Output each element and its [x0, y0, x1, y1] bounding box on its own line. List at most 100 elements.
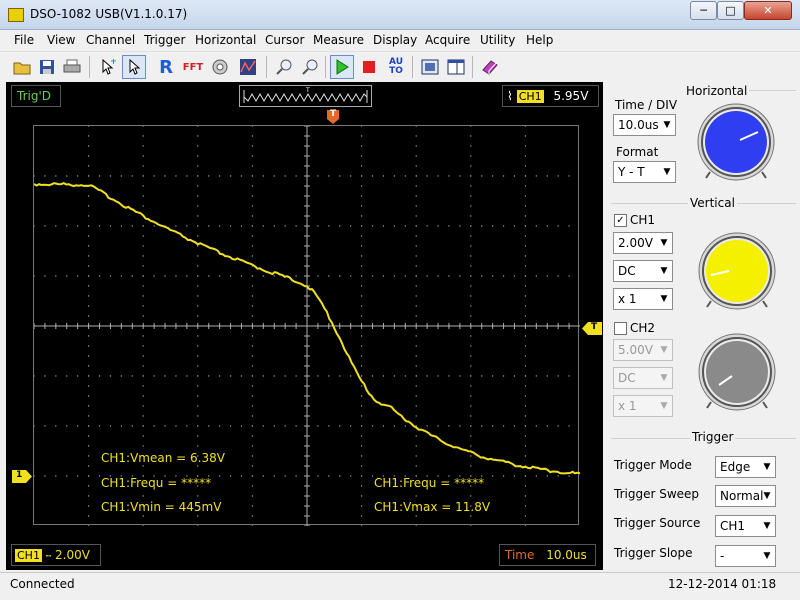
- trigger-position-marker[interactable]: T: [327, 109, 339, 124]
- math-icon[interactable]: [208, 55, 232, 79]
- ch2-probe-select[interactable]: x 1 ▼: [613, 395, 673, 417]
- ch1-probe-select[interactable]: x 1 ▼: [613, 288, 673, 310]
- print-icon[interactable]: [60, 55, 84, 79]
- ch1-scale-value: 2.00V: [55, 548, 90, 562]
- save-icon[interactable]: [35, 55, 59, 79]
- ch1-label: CH1: [630, 213, 656, 227]
- trigger-mode-select[interactable]: Edge ▼: [715, 456, 776, 478]
- menu-measure[interactable]: Measure: [313, 33, 364, 47]
- chevron-down-icon: ▼: [660, 373, 668, 383]
- ch2-checkbox[interactable]: [614, 322, 627, 335]
- ref-icon[interactable]: R: [154, 55, 178, 79]
- vertical-group-title: Vertical: [688, 196, 737, 210]
- fit-icon[interactable]: [418, 55, 442, 79]
- close-button[interactable]: ✕: [744, 1, 792, 20]
- trigger-mode-label: Trigger Mode: [614, 458, 692, 472]
- horizontal-knob[interactable]: [696, 102, 776, 182]
- auto-icon[interactable]: AU TO: [384, 55, 408, 79]
- chevron-down-icon: ▼: [660, 345, 668, 355]
- trigger-slope-select[interactable]: - ▼: [715, 545, 776, 567]
- maximize-button[interactable]: □: [717, 1, 744, 20]
- trigger-source-label: Trigger Source: [614, 516, 701, 530]
- chevron-down-icon: ▼: [763, 551, 771, 561]
- menu-display[interactable]: Display: [373, 33, 417, 47]
- trigger-level: 5.95V: [553, 89, 589, 103]
- chevron-down-icon: ▼: [663, 167, 671, 177]
- trigger-level-marker[interactable]: T: [582, 322, 602, 335]
- waveform-overview: T: [239, 85, 372, 107]
- menu-horizontal[interactable]: Horizontal: [195, 33, 256, 47]
- toolbar: R FFT AU TO: [0, 51, 800, 81]
- trigger-slope-label: Trigger Slope: [614, 546, 693, 560]
- menu-file[interactable]: File: [14, 33, 34, 47]
- status-datetime: 12-12-2014 01:18: [668, 577, 777, 591]
- cursor-cross-icon[interactable]: [96, 55, 120, 79]
- chevron-down-icon: ▼: [763, 491, 771, 501]
- menu-cursor[interactable]: Cursor: [265, 33, 304, 47]
- window-icon[interactable]: [444, 55, 468, 79]
- status-bar: Connected 12-12-2014 01:18: [0, 572, 800, 600]
- ch1-scale-badge: CH1: [15, 549, 42, 562]
- trigger-sweep-select[interactable]: Normal ▼: [715, 485, 776, 507]
- ch1-coupling-select[interactable]: DC ▼: [613, 260, 673, 282]
- chevron-down-icon: ▼: [660, 238, 668, 248]
- chevron-down-icon: ▼: [660, 294, 668, 304]
- chevron-down-icon: ▼: [763, 462, 771, 472]
- minimize-button[interactable]: ─: [690, 1, 717, 20]
- window-title: DSO-1082 USB(V1.1.0.17): [30, 7, 188, 21]
- measurement-vmin: CH1:Vmin = 445mV: [101, 500, 222, 514]
- zoom-in-icon[interactable]: [272, 55, 296, 79]
- trigger-info: ⌇ CH1 5.95V: [502, 85, 599, 107]
- run-icon[interactable]: [330, 55, 354, 79]
- menu-trigger[interactable]: Trigger: [144, 33, 185, 47]
- ch2-volts-select[interactable]: 5.00V ▼: [613, 339, 673, 361]
- trigger-group-title: Trigger: [690, 430, 736, 444]
- title-bar: DSO-1082 USB(V1.1.0.17) ─ □ ✕: [0, 0, 800, 30]
- ch2-volts-knob[interactable]: [697, 332, 777, 412]
- trigger-source-select[interactable]: CH1 ▼: [715, 515, 776, 537]
- book-icon[interactable]: [478, 55, 502, 79]
- ch1-checkbox[interactable]: ✓: [614, 214, 627, 227]
- svg-text:T: T: [305, 87, 310, 94]
- measurement-vmax: CH1:Vmax = 11.8V: [374, 500, 491, 514]
- menu-help[interactable]: Help: [526, 33, 553, 47]
- trigger-sweep-label: Trigger Sweep: [614, 487, 700, 501]
- open-icon[interactable]: [10, 55, 34, 79]
- measurement-frequ-right: CH1:Frequ = *****: [374, 476, 485, 490]
- ch2-label: CH2: [630, 321, 656, 335]
- trigger-status: Trig'D: [11, 85, 61, 107]
- pointer-icon[interactable]: [122, 55, 146, 79]
- chevron-down-icon: ▼: [763, 521, 771, 531]
- chevron-down-icon: ▼: [663, 120, 671, 130]
- ch1-scale-readout: CH1 ┉ 2.00V: [11, 544, 101, 566]
- time-label: Time: [505, 548, 535, 562]
- app-icon: [8, 8, 24, 22]
- zoom-out-icon[interactable]: [298, 55, 322, 79]
- horizontal-group-title: Horizontal: [684, 84, 750, 98]
- ch2-coupling-select[interactable]: DC ▼: [613, 367, 673, 389]
- ch1-volts-knob[interactable]: [697, 231, 777, 311]
- ch1-level-marker[interactable]: 1: [12, 470, 32, 483]
- ch1-volts-select[interactable]: 2.00V ▼: [613, 232, 673, 254]
- time-div-select[interactable]: 10.0us ▼: [613, 114, 676, 136]
- menu-view[interactable]: View: [47, 33, 75, 47]
- fft-icon[interactable]: FFT: [181, 55, 205, 79]
- format-select[interactable]: Y - T ▼: [613, 161, 676, 183]
- measurement-frequ-left: CH1:Frequ = *****: [101, 476, 212, 490]
- time-div-label: Time / DIV: [615, 98, 678, 112]
- rising-edge-icon: ⌇: [507, 89, 513, 103]
- chevron-down-icon: ▼: [660, 266, 668, 276]
- trigger-channel-badge: CH1: [516, 90, 544, 103]
- time-scale-readout: Time 10.0us: [499, 544, 596, 566]
- menu-utility[interactable]: Utility: [480, 33, 515, 47]
- scope-display[interactable]: Trig'D T ⌇ CH1 5.95V T 1 T CH1:Vmean = 6…: [6, 82, 603, 570]
- stop-icon[interactable]: [357, 55, 381, 79]
- menu-channel[interactable]: Channel: [86, 33, 135, 47]
- menu-acquire[interactable]: Acquire: [425, 33, 470, 47]
- connection-status: Connected: [10, 577, 75, 591]
- graticule: [33, 125, 581, 527]
- waveform-icon[interactable]: [236, 55, 260, 79]
- time-value: 10.0us: [546, 548, 587, 562]
- chevron-down-icon: ▼: [660, 401, 668, 411]
- measurement-vmean: CH1:Vmean = 6.38V: [101, 451, 225, 465]
